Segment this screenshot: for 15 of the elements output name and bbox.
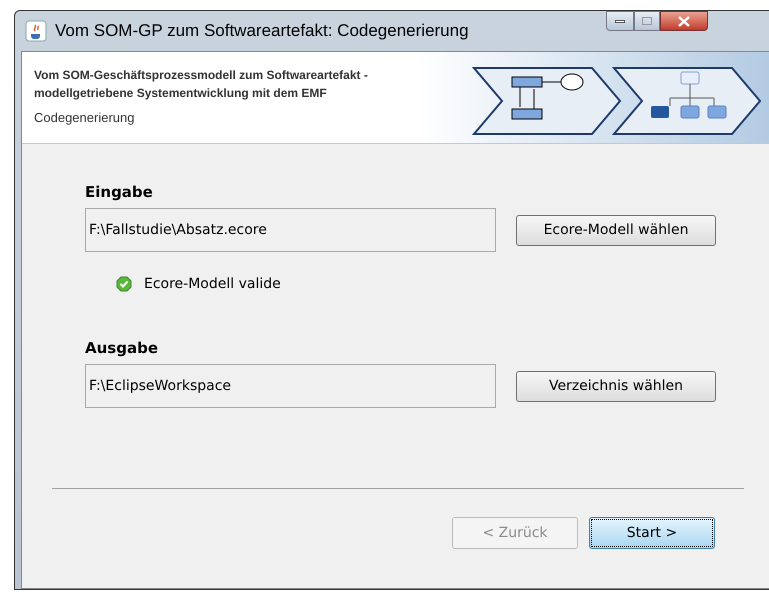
choose-button[interactable]: Ecore-Modell wählen [516,214,716,246]
choose-button[interactable]: Verzeichnis wählen [516,370,716,402]
close-button[interactable] [660,11,708,31]
section-label: Eingabe [85,182,153,202]
header-subtitle: Codegenerierung [34,109,134,127]
path-field[interactable]: F:\Fallstudie\Absatz.ecore [85,208,496,252]
close-icon [678,16,690,26]
wizard-button[interactable]: Start > [589,517,715,549]
header-title: Vom SOM-Geschäftsprozessmodell zum Softwareartefakt - modellgetriebene Systementwicklung mit dem EMF [34,67,369,102]
section-label: Ausgabe [85,338,158,358]
validation-status: Ecore-Modell valide [144,274,281,294]
java-cup-icon [25,20,47,42]
minimize-button[interactable] [606,11,634,31]
window-title: Vom SOM-GP zum Softwareartefakt: Codegenerierung [55,20,469,42]
path-field[interactable]: F:\EclipseWorkspace [85,364,496,408]
